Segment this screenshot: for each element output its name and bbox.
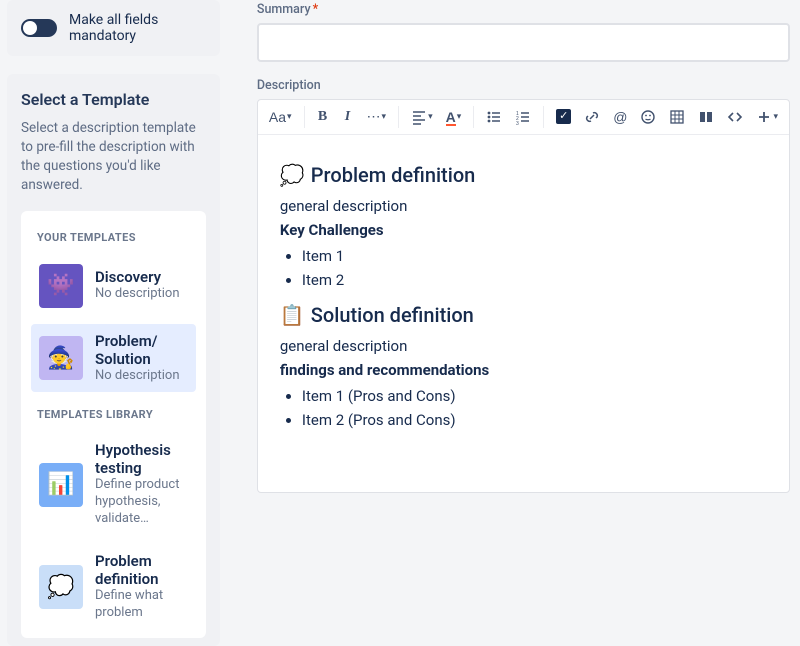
clipboard-icon: 📋 [280,303,305,327]
summary-input[interactable] [257,23,790,62]
bullet-list: Item 1 (Pros and Cons) Item 2 (Pros and … [302,387,767,429]
checkbox-icon [556,109,571,124]
section-your-templates: YOUR TEMPLATES [37,231,190,244]
table-button[interactable] [664,104,690,130]
section-heading-solution: 📋 Solution definition [280,303,767,327]
link-button[interactable] [579,104,605,130]
summary-label: Summary* [257,2,790,17]
action-item-button[interactable] [551,104,576,130]
required-indicator: * [313,2,319,17]
link-icon [584,109,600,125]
list-item: Item 2 [302,271,767,289]
template-hypothesis-testing[interactable]: 📊 Hypothesis testing Define product hypo… [31,433,196,536]
template-panel-title: Select a Template [21,90,206,109]
mandatory-toggle-label: Make all fields mandatory [69,12,206,44]
subheading: findings and recommendations [280,361,489,379]
bullet-list: Item 1 Item 2 [302,247,767,289]
template-desc: Define what problem [95,588,188,622]
thought-bubble-icon: 💭 [280,163,305,187]
italic-button[interactable]: I [337,104,359,130]
editor-content[interactable]: 💭 Problem definition general description… [258,135,789,492]
align-left-icon [411,109,427,125]
editor-toolbar: Aa▾ B I ⋯▾ ▾ A▾ 123 @ [258,100,789,135]
mandatory-toggle[interactable] [21,19,57,37]
description-label: Description [257,78,790,93]
template-problem-solution[interactable]: 🧙 Problem/ Solution No description [31,324,196,393]
bar-chart-icon: 📊 [39,463,83,507]
more-formatting-button[interactable]: ⋯▾ [362,104,392,130]
code-button[interactable] [722,104,748,130]
layout-button[interactable] [693,104,719,130]
insert-dropdown[interactable]: ▾ [751,104,783,130]
svg-text:3: 3 [516,121,519,125]
numbered-list-button[interactable]: 123 [510,104,536,130]
paragraph: general description [280,197,767,215]
code-icon [727,109,743,125]
space-invader-icon: 👾 [39,264,83,308]
bullet-list-icon [486,109,502,125]
template-discovery[interactable]: 👾 Discovery No description [31,256,196,316]
table-icon [669,109,685,125]
rich-text-editor: Aa▾ B I ⋯▾ ▾ A▾ 123 @ [257,99,790,493]
template-name: Problem/ Solution [95,332,188,368]
mention-button[interactable]: @ [608,104,632,130]
template-panel-subtitle: Select a description template to pre-fil… [21,119,206,195]
template-name: Problem definition [95,552,188,588]
thought-bubble-icon: 💭 [39,565,83,609]
emoji-button[interactable] [635,104,661,130]
bullet-list-button[interactable] [481,104,507,130]
template-desc: No description [95,286,180,303]
numbered-list-icon: 123 [515,109,531,125]
text-color-dropdown[interactable]: A▾ [441,104,467,130]
section-templates-library: TEMPLATES LIBRARY [37,408,190,421]
template-name: Discovery [95,268,180,286]
mandatory-toggle-card: Make all fields mandatory [7,0,220,56]
list-item: Item 1 [302,247,767,265]
template-problem-definition[interactable]: 💭 Problem definition Define what problem [31,544,196,630]
list-item: Item 1 (Pros and Cons) [302,387,767,405]
text-style-dropdown[interactable]: Aa▾ [264,104,297,130]
list-item: Item 2 (Pros and Cons) [302,411,767,429]
layout-icon [698,109,714,125]
template-list: YOUR TEMPLATES 👾 Discovery No descriptio… [21,211,206,638]
section-heading-problem: 💭 Problem definition [280,163,767,187]
bold-button[interactable]: B [312,104,334,130]
template-name: Hypothesis testing [95,441,188,477]
emoji-icon [640,109,656,125]
paragraph: general description [280,337,767,355]
template-panel: Select a Template Select a description t… [7,74,220,646]
template-desc: No description [95,368,188,385]
align-dropdown[interactable]: ▾ [406,104,438,130]
wizard-icon: 🧙 [39,336,83,380]
plus-icon [756,109,772,125]
subheading: Key Challenges [280,221,384,239]
